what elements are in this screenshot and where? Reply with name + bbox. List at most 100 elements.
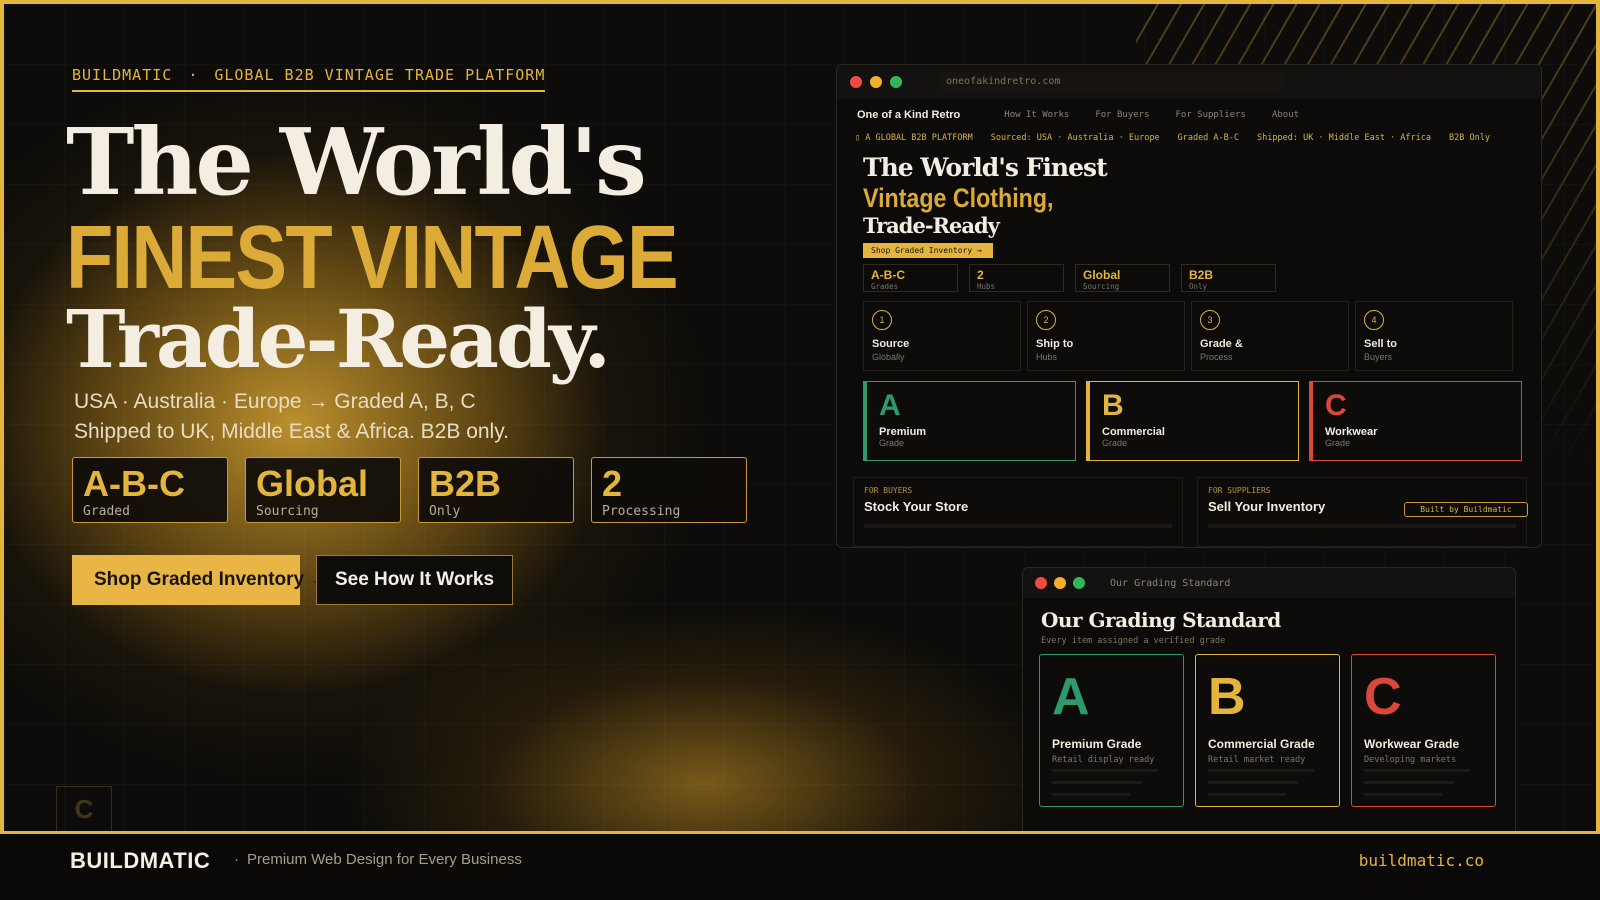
built-by-badge[interactable]: Built by Buildmatic [1404,502,1528,517]
mockup-stat-label: Sourcing [1083,282,1120,291]
placeholder-line [1052,781,1142,784]
grade-name: Premium Grade [1052,737,1142,751]
step-number: 3 [1200,310,1220,330]
step-title: Grade & [1200,338,1243,350]
mockup-shop-button[interactable]: Shop Graded Inventory → [863,243,993,258]
info-ticker: ▯ A GLOBAL B2B PLATFORM Sourced: USA · A… [855,133,1490,143]
site-brand[interactable]: One of a Kind Retro [857,109,960,121]
footer-logo[interactable]: BUILDMATIC [70,848,210,874]
shop-graded-inventory-button[interactable]: Shop Graded Inventory → [72,555,328,605]
ticker-item: Shipped: UK · Middle East · Africa [1257,133,1432,143]
placeholder-line [1208,769,1314,772]
placeholder-line [1364,769,1470,772]
footer-bar: BUILDMATIC · Premium Web Design for Every… [0,831,1600,900]
panel-kicker: FOR BUYERS [864,486,913,495]
grading-standard-browser: Our Grading Standard Our Grading Standar… [1022,567,1516,835]
headline-line-1: The World's [66,108,647,216]
for-suppliers-panel[interactable]: FOR SUPPLIERS Sell Your Inventory Built by… [1197,477,1528,547]
stat-card: 2 Processing [591,457,747,523]
mockup-stat: B2B Only [1181,264,1276,292]
placeholder-line [1052,769,1158,772]
slide-frame: BUILDMATIC · GLOBAL B2B VINTAGE TRADE PLAT… [0,0,1600,900]
process-step: 2 Ship to Hubs [1027,301,1185,371]
step-number: 4 [1364,310,1384,330]
placeholder-line [864,524,1172,528]
placeholder-line [1208,793,1286,796]
grade-sub: Grade [1325,438,1351,448]
hero-subtitle: USA · Australia · Europe → Graded A, B, … [74,387,509,447]
step-number: 1 [872,310,892,330]
mockup-stat-label: Only [1189,282,1208,291]
site-nav: One of a Kind Retro How It Works For Buy… [857,109,1325,121]
grade-sub: Grade [1102,438,1128,448]
placeholder-line [1364,781,1454,784]
address-bar[interactable]: oneofakindretro.com [938,72,1282,92]
close-dot-icon [1035,577,1047,589]
grade-name: Workwear [1325,426,1378,438]
process-steps: 1 Source Globally 2 Ship to Hubs 3 Grade & Pro… [863,301,1513,371]
ticker-item: B2B Only [1449,133,1490,143]
grading-subtitle: Every item assigned a verified grade [1041,636,1226,646]
nav-for-suppliers[interactable]: For Suppliers [1176,110,1246,120]
premium-grade-card[interactable]: A Premium Grade Retail display ready [1039,654,1184,807]
for-buyers-panel[interactable]: FOR BUYERS Stock Your Store [853,477,1183,547]
see-how-it-works-button[interactable]: See How It Works [316,555,513,605]
stat-card: A-B-C Graded [72,457,228,523]
close-dot-icon [850,76,862,88]
mockup-headline: The World's Finest [863,153,1108,182]
step-sub: Buyers [1364,352,1393,362]
grade-sub: Retail display ready [1052,755,1155,765]
placeholder-line [1052,793,1130,796]
ticker-item: ▯ A GLOBAL B2B PLATFORM [855,133,973,143]
maximize-dot-icon [890,76,902,88]
nav-how-it-works[interactable]: How It Works [1004,110,1069,120]
grade-card-a[interactable]: A Premium Grade [863,381,1076,461]
eyebrow-separator: · [188,66,199,84]
stat-label: Processing [602,504,681,519]
stat-value: Global [256,463,369,504]
step-title: Sell to [1364,338,1398,350]
stat-label: Graded [83,504,130,519]
mockup-stat: Global Sourcing [1075,264,1170,292]
mockup-stat-label: Grades [871,282,899,291]
stat-label: Sourcing [256,504,319,519]
grade-card-b[interactable]: B Commercial Grade [1086,381,1299,461]
step-number: 2 [1036,310,1056,330]
stat-value: A-B-C [83,463,185,504]
minimize-dot-icon [1054,577,1066,589]
mockup-stat: 2 Hubs [969,264,1064,292]
cta-group: Shop Graded Inventory → See How It Works [72,555,513,605]
grade-letter: A [1052,668,1090,726]
grade-name: Commercial Grade [1208,737,1315,751]
grade-name: Workwear Grade [1364,737,1460,751]
mockup-stats: A-B-C Grades 2 Hubs Global Sourcing B2B Only [863,264,1276,292]
footer-dot: · [234,851,239,868]
grade-card-c[interactable]: C Workwear Grade [1309,381,1522,461]
placeholder-line [1208,524,1516,528]
process-step: 4 Sell to Buyers [1355,301,1513,371]
mockup-stat: A-B-C Grades [863,264,958,292]
panel-title: Stock Your Store [864,499,969,514]
grade-letter: B [1102,389,1124,422]
grade-name: Premium [879,426,927,438]
nav-for-buyers[interactable]: For Buyers [1095,110,1149,120]
workwear-grade-card[interactable]: C Workwear Grade Developing markets [1351,654,1496,807]
ticker-item: Sourced: USA · Australia · Europe [990,133,1160,143]
panel-kicker: FOR SUPPLIERS [1208,486,1271,495]
grade-name: Commercial [1102,426,1165,438]
stat-label: Only [429,504,461,519]
mockup-headline-gold: Vintage Clothing, [863,183,1054,213]
mockup-stat-label: Hubs [977,282,996,291]
footer-tagline: · Premium Web Design for Every Business [234,851,522,868]
commercial-grade-card[interactable]: B Commercial Grade Retail market ready [1195,654,1340,807]
stat-card: B2B Only [418,457,574,523]
step-sub: Process [1200,352,1233,362]
mockup-stat-value: 2 [977,268,984,282]
hero-subtitle-line-2: Shipped to UK, Middle East & Africa. B2B… [74,420,510,443]
eyebrow-brand: BUILDMATIC [72,66,173,84]
grade-letter: B [1208,668,1246,726]
nav-about[interactable]: About [1272,110,1299,120]
footer-url[interactable]: buildmatic.co [1359,851,1484,870]
window-title: Our Grading Standard [1110,577,1231,589]
eyebrow: BUILDMATIC · GLOBAL B2B VINTAGE TRADE PLAT… [72,66,546,92]
